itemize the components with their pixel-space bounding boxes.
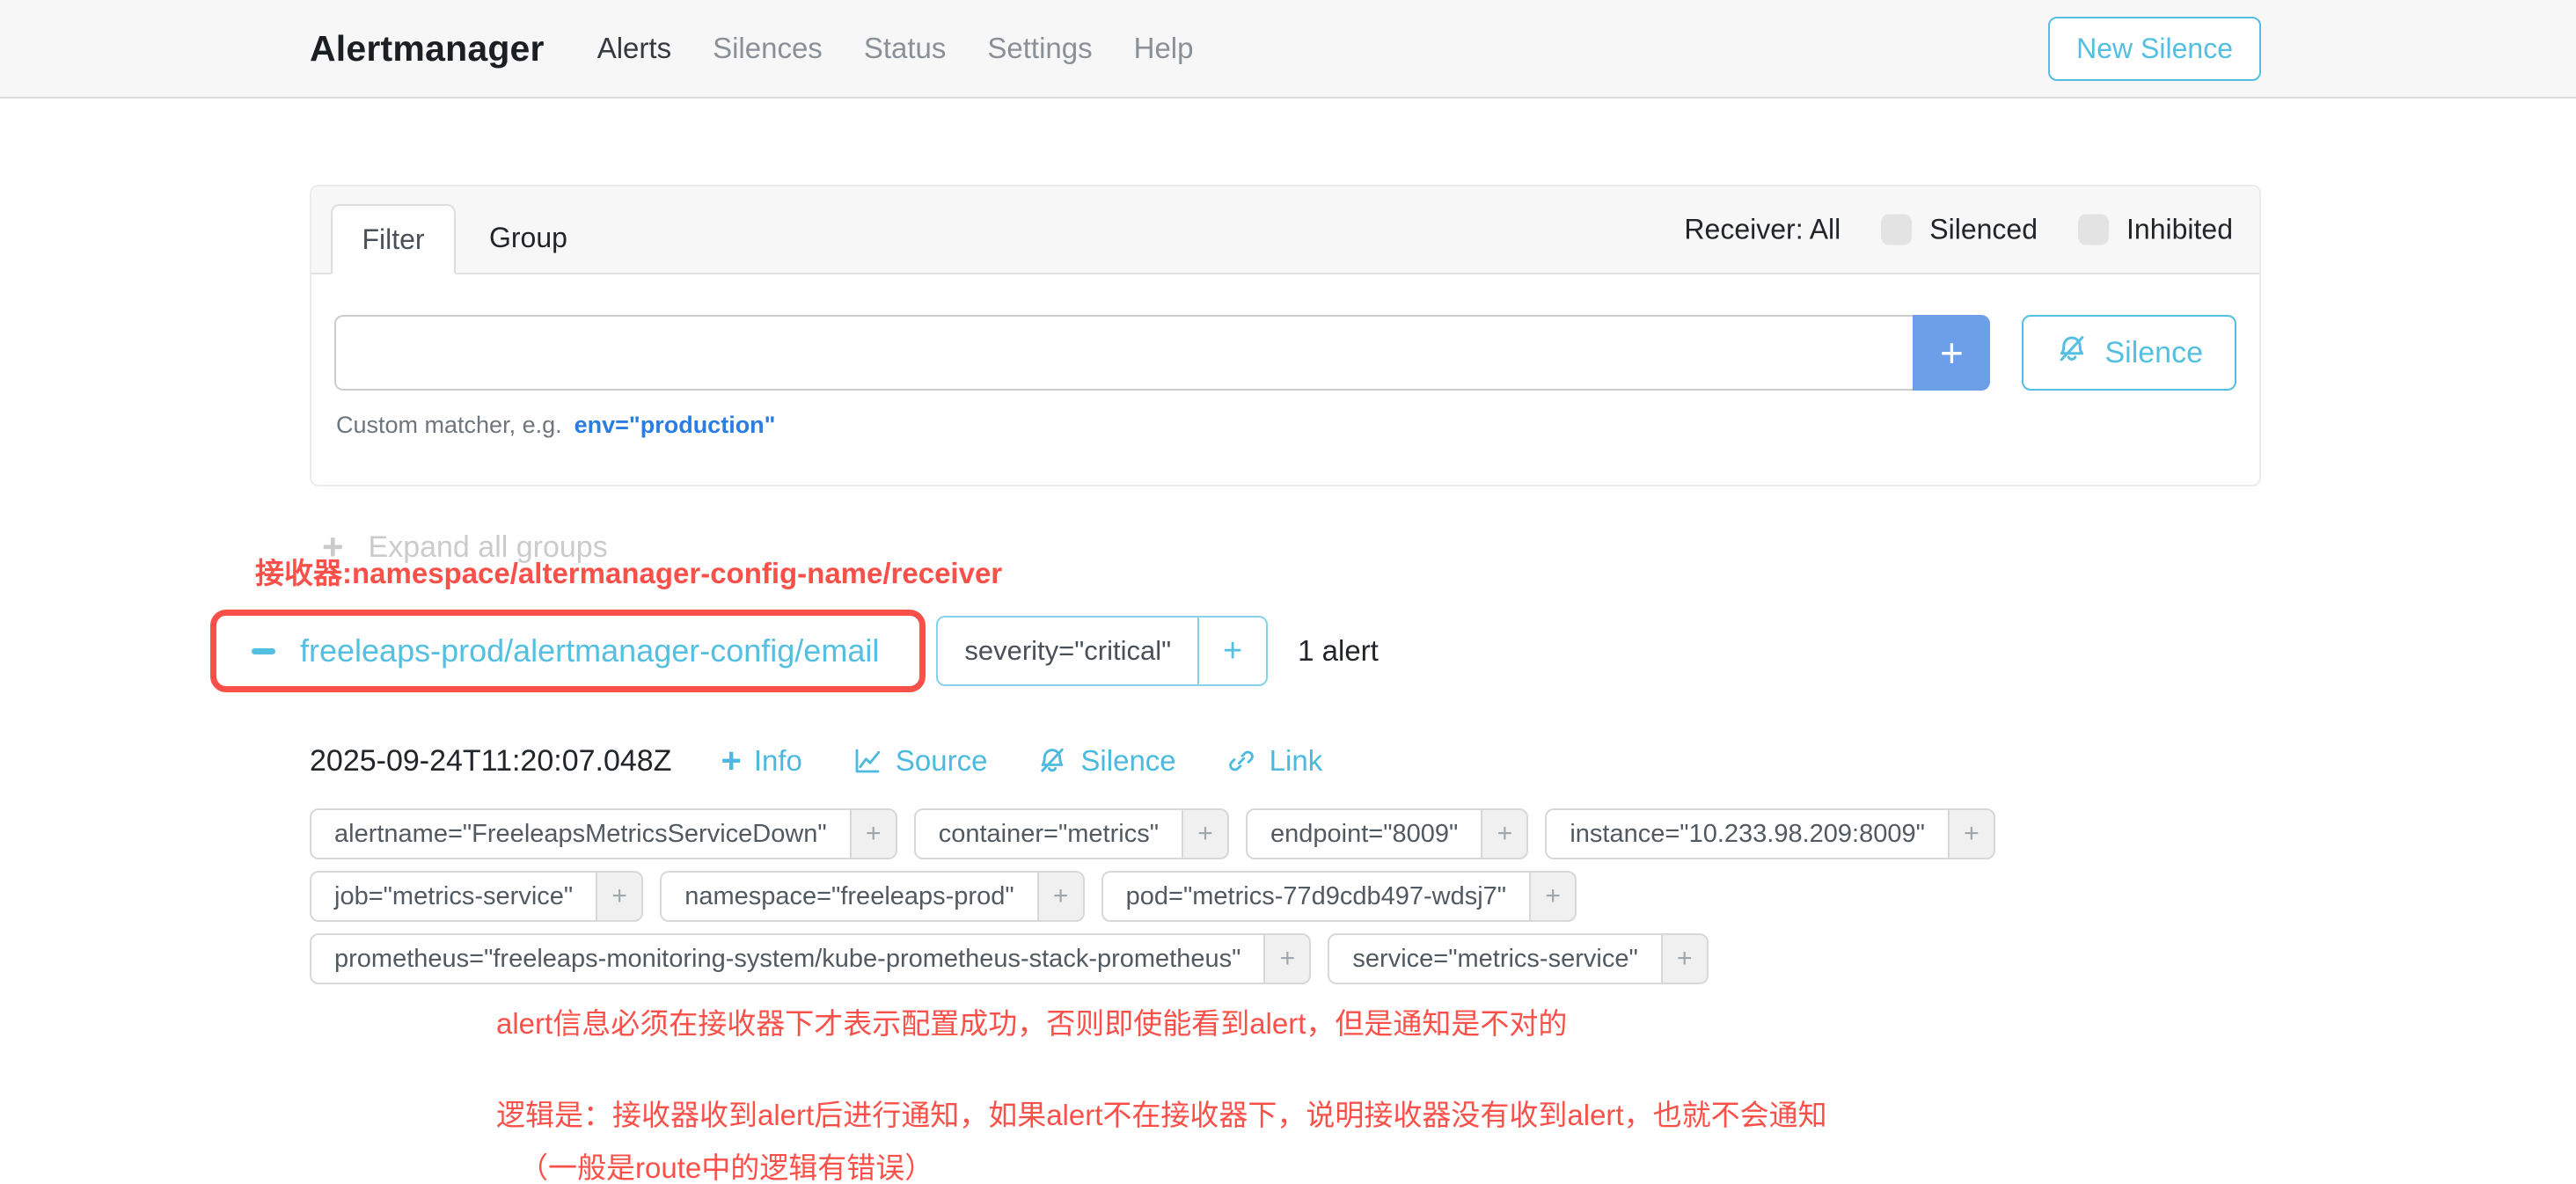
alert-meta-row: 2025-09-24T11:20:07.048Z + Info Source (310, 743, 2261, 778)
tab-group[interactable]: Group (456, 202, 601, 273)
nav-item-status[interactable]: Status (864, 32, 947, 65)
add-matcher-button[interactable]: + (1913, 315, 1990, 391)
alert-label-text: container="metrics" (914, 808, 1182, 859)
nav-item-alerts[interactable]: Alerts (597, 32, 671, 65)
matcher-hint-row: Custom matcher, e.g. env="production" (334, 412, 2236, 439)
add-label-filter-button[interactable]: + (1182, 808, 1229, 859)
silenced-checkbox-item[interactable]: Silenced (1881, 214, 2038, 246)
add-label-filter-button[interactable]: + (850, 808, 897, 859)
alert-permalink-label: Link (1270, 744, 1323, 778)
chart-icon (852, 745, 883, 777)
plus-icon: + (721, 743, 741, 778)
alert-labels: alertname="FreeleapsMetricsServiceDown" … (310, 808, 2261, 984)
link-icon (1226, 745, 1257, 777)
silenced-checkbox-label: Silenced (1929, 214, 2038, 246)
alert-label-chip[interactable]: job="metrics-service" + (310, 871, 643, 922)
receiver-group-label: freeleaps-prod/alertmanager-config/email (300, 632, 879, 669)
nav-item-help[interactable]: Help (1134, 32, 1194, 65)
filter-card-body: + Silence Custom matcher, e.g. env="prod… (311, 274, 2259, 485)
alert-label-chip[interactable]: container="metrics" + (914, 808, 1229, 859)
add-label-filter-button[interactable]: + (596, 871, 643, 922)
alert-label-text: pod="metrics-77d9cdb497-wdsj7" (1101, 871, 1529, 922)
alert-labels-row: job="metrics-service" + namespace="freel… (310, 871, 2261, 922)
alert-label-text: namespace="freeleaps-prod" (660, 871, 1036, 922)
matcher-input[interactable] (334, 315, 1913, 391)
alert-label-chip[interactable]: alertname="FreeleapsMetricsServiceDown" … (310, 808, 897, 859)
inhibited-checkbox-item[interactable]: Inhibited (2078, 214, 2233, 246)
alert-source-label: Source (896, 744, 988, 778)
alert-label-chip[interactable]: instance="10.233.98.209:8009" + (1545, 808, 1995, 859)
minus-icon (252, 648, 275, 654)
annotation-receiver-note: 接收器:namespace/altermanager-config-name/r… (255, 550, 2261, 592)
alert-source-link[interactable]: Source (852, 744, 988, 778)
matcher-hint-example-link[interactable]: env="production" (574, 412, 776, 439)
silence-filter-button-label: Silence (2104, 336, 2203, 370)
alert-label-text: endpoint="8009" (1246, 808, 1481, 859)
inhibited-checkbox-label: Inhibited (2126, 214, 2233, 246)
matcher-hint-text: Custom matcher, e.g. (336, 412, 562, 439)
inhibited-checkbox[interactable] (2078, 215, 2109, 245)
alert-count: 1 alert (1298, 634, 1379, 668)
silenced-checkbox[interactable] (1881, 215, 1912, 245)
silence-filter-button[interactable]: Silence (2022, 315, 2236, 391)
receiver-group-button[interactable]: freeleaps-prod/alertmanager-config/email (210, 610, 926, 692)
annotation-logic-note-line1: 逻辑是：接收器收到alert后进行通知，如果alert不在接收器下，说明接收器没… (496, 1092, 2261, 1134)
alert-label-chip[interactable]: pod="metrics-77d9cdb497-wdsj7" + (1101, 871, 1577, 922)
alert-label-chip[interactable]: namespace="freeleaps-prod" + (660, 871, 1084, 922)
alert-silence-label: Silence (1080, 744, 1175, 778)
bell-slash-icon (1036, 745, 1068, 777)
nav-links: Alerts Silences Status Settings Help (597, 32, 1194, 65)
alert-silence-button[interactable]: Silence (1036, 744, 1175, 778)
alert-labels-row: alertname="FreeleapsMetricsServiceDown" … (310, 808, 2261, 859)
alert-label-text: service="metrics-service" (1328, 933, 1660, 984)
alert-timestamp: 2025-09-24T11:20:07.048Z (310, 744, 671, 778)
add-label-filter-button[interactable]: + (1481, 808, 1528, 859)
nav-item-silences[interactable]: Silences (713, 32, 823, 65)
alert-label-text: instance="10.233.98.209:8009" (1545, 808, 1948, 859)
alert-label-chip[interactable]: prometheus="freeleaps-monitoring-system/… (310, 933, 1311, 984)
group-matcher-add-button[interactable]: + (1197, 618, 1266, 684)
nav-item-settings[interactable]: Settings (987, 32, 1092, 65)
add-label-filter-button[interactable]: + (1263, 933, 1311, 984)
filter-header-controls: Receiver: All Silenced Inhibited (1684, 214, 2233, 246)
add-label-filter-button[interactable]: + (1037, 871, 1085, 922)
group-matcher-chip[interactable]: severity="critical" + (936, 616, 1268, 686)
tab-filter[interactable]: Filter (331, 204, 456, 274)
new-silence-button[interactable]: New Silence (2048, 17, 2261, 81)
bell-slash-icon (2055, 333, 2089, 374)
group-matcher-label: severity="critical" (938, 618, 1197, 684)
alert-info-button[interactable]: + Info (721, 743, 801, 778)
matcher-input-group: + Silence (334, 315, 2236, 391)
add-label-filter-button[interactable]: + (1948, 808, 1995, 859)
add-label-filter-button[interactable]: + (1529, 871, 1577, 922)
main-content: Filter Group Receiver: All Silenced Inhi… (310, 185, 2261, 1184)
alert-permalink[interactable]: Link (1226, 744, 1323, 778)
alert-label-text: job="metrics-service" (310, 871, 596, 922)
alert-group-header: freeleaps-prod/alertmanager-config/email… (310, 610, 2261, 692)
app-brand[interactable]: Alertmanager (310, 28, 545, 69)
filter-card: Filter Group Receiver: All Silenced Inhi… (310, 185, 2261, 486)
alert-label-text: alertname="FreeleapsMetricsServiceDown" (310, 808, 850, 859)
alert-label-text: prometheus="freeleaps-monitoring-system/… (310, 933, 1263, 984)
alert-info-label: Info (754, 744, 802, 778)
alert-label-chip[interactable]: service="metrics-service" + (1328, 933, 1708, 984)
add-label-filter-button[interactable]: + (1661, 933, 1709, 984)
annotation-logic-note-line2: （一般是route中的逻辑有错误） (519, 1144, 2261, 1184)
annotation-alert-note: alert信息必须在接收器下才表示配置成功，否则即使能看到alert，但是通知是… (496, 1000, 2261, 1042)
filter-card-header: Filter Group Receiver: All Silenced Inhi… (311, 186, 2259, 274)
top-navbar: Alertmanager Alerts Silences Status Sett… (0, 0, 2576, 99)
alert-label-chip[interactable]: endpoint="8009" + (1246, 808, 1528, 859)
alert-labels-row: prometheus="freeleaps-monitoring-system/… (310, 933, 2261, 984)
receiver-filter-dropdown[interactable]: Receiver: All (1684, 214, 1841, 246)
